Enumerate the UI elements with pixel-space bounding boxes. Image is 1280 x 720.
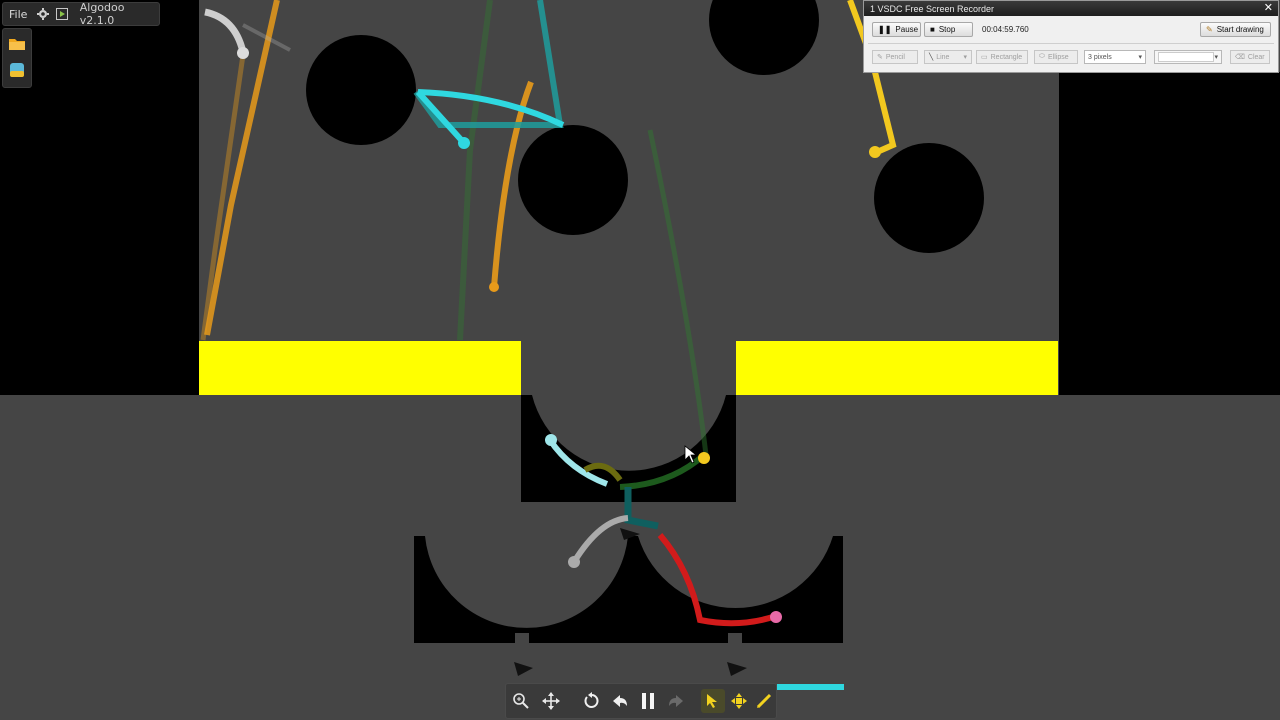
- move-tool-icon[interactable]: [727, 689, 751, 713]
- play-icon[interactable]: [53, 3, 72, 25]
- recording-timer: 00:04:59.760: [982, 25, 1029, 34]
- pixels-value: 3 pixels: [1088, 53, 1112, 61]
- start-drawing-button[interactable]: ✎ Start drawing: [1200, 22, 1271, 37]
- eraser-icon: ⌫: [1235, 54, 1245, 61]
- start-drawing-label: Start drawing: [1216, 25, 1264, 34]
- ball[interactable]: [869, 146, 881, 158]
- folder-icon[interactable]: [7, 34, 27, 54]
- ball[interactable]: [237, 47, 249, 59]
- file-menu[interactable]: File: [3, 3, 33, 25]
- color-select[interactable]: ▾: [1154, 50, 1222, 64]
- stop-icon: ■: [930, 25, 935, 34]
- chevron-down-icon: ▾: [1138, 54, 1142, 61]
- pencil-button[interactable]: ✎ Pencil: [872, 50, 918, 64]
- circle-obstacle[interactable]: [306, 35, 416, 145]
- right-void: [1059, 72, 1280, 395]
- gear-icon[interactable]: [33, 3, 52, 25]
- chevron-down-icon: ▾: [963, 54, 967, 61]
- ball[interactable]: [698, 452, 710, 464]
- clear-label: Clear: [1247, 53, 1265, 61]
- chevron-down-icon: ▾: [1214, 54, 1218, 61]
- pause-icon: ❚❚: [878, 25, 892, 34]
- pencil-label: Pencil: [885, 53, 905, 61]
- recorder-controls: ❚❚ Pause ■ Stop 00:04:59.760 ✎ Start drawin…: [864, 16, 1278, 42]
- pause-button[interactable]: ❚❚ Pause: [872, 22, 921, 37]
- sketch-tool-icon[interactable]: [752, 689, 776, 713]
- rectangle-label: Rectangle: [990, 53, 1023, 61]
- recorder-window: 1 VSDC Free Screen Recorder ✕ ❚❚ Pause ■ S…: [863, 0, 1279, 73]
- rectangle-button[interactable]: ▭ Rectangle: [976, 50, 1028, 64]
- rectangle-icon: ▭: [981, 54, 988, 61]
- pause-label: Pause: [895, 25, 919, 34]
- ball[interactable]: [770, 611, 782, 623]
- close-icon[interactable]: ✕: [1264, 1, 1273, 14]
- clear-button[interactable]: ⌫ Clear: [1230, 50, 1270, 64]
- right-platform[interactable]: [736, 341, 1058, 395]
- simulation-canvas[interactable]: [0, 0, 1280, 720]
- pencil-icon: ✎: [877, 54, 883, 61]
- app-top-bar: File Algodoo v2.1.0: [2, 1, 160, 27]
- ball[interactable]: [545, 434, 557, 446]
- brush-icon: ✎: [1206, 25, 1213, 34]
- circle-obstacle[interactable]: [874, 143, 984, 253]
- circle-obstacle[interactable]: [518, 125, 628, 235]
- line-button[interactable]: ╲ Line ▾: [924, 50, 972, 64]
- stop-button[interactable]: ■ Stop: [924, 22, 973, 37]
- drawing-tools: ✎ Pencil ╲ Line ▾ ▭ Rectangle ⬭ Ellipse 3 pix…: [864, 42, 1278, 69]
- zoom-icon[interactable]: [509, 689, 533, 713]
- ball[interactable]: [489, 282, 499, 292]
- color-swatch: [1158, 52, 1214, 62]
- version-label: Algodoo v2.1.0: [79, 1, 125, 27]
- cyan-bar[interactable]: [777, 684, 844, 690]
- redo-icon[interactable]: [664, 689, 688, 713]
- bottom-toolbar: [505, 683, 777, 719]
- move-icon[interactable]: [539, 689, 563, 713]
- recorder-title: 1 VSDC Free Screen Recorder: [864, 1, 1278, 16]
- side-panel: [2, 28, 32, 88]
- ellipse-label: Ellipse: [1047, 53, 1069, 61]
- drag-tool-icon[interactable]: [701, 689, 725, 713]
- line-icon: ╲: [929, 54, 934, 61]
- left-platform[interactable]: [199, 341, 521, 395]
- ball[interactable]: [568, 556, 580, 568]
- scene-icon[interactable]: [7, 60, 27, 80]
- stop-label: Stop: [938, 25, 956, 34]
- ball[interactable]: [458, 137, 470, 149]
- undo-icon[interactable]: [608, 689, 632, 713]
- pause-icon[interactable]: [636, 689, 660, 713]
- ellipse-icon: ⬭: [1039, 53, 1045, 60]
- line-width-select[interactable]: 3 pixels ▾: [1084, 50, 1146, 64]
- reset-icon[interactable]: [580, 689, 604, 713]
- ellipse-button[interactable]: ⬭ Ellipse: [1034, 50, 1078, 64]
- line-label: Line: [936, 53, 950, 61]
